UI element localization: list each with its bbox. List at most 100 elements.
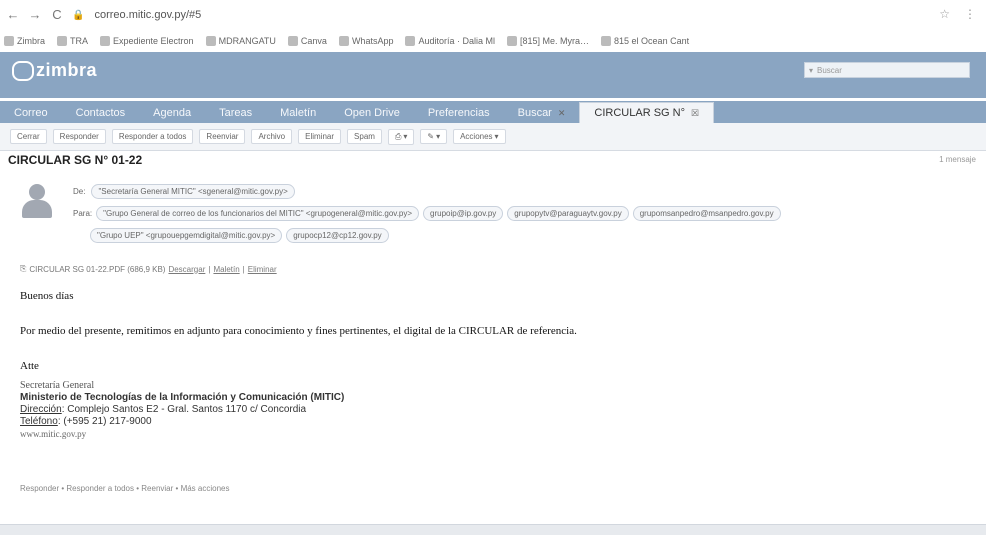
bookmark-item[interactable]: TRA: [53, 36, 88, 46]
signature-address: Dirección: Complejo Santos E2 - Gral. Sa…: [20, 404, 307, 415]
from-address[interactable]: "Secretaría General MITIC" <sgeneral@mit…: [91, 184, 295, 199]
bookmark-item[interactable]: WhatsApp: [335, 36, 393, 46]
phone-label: Teléfono: [20, 416, 58, 427]
subject-row: CIRCULAR SG N° 01-22 1 mensaje: [0, 151, 986, 169]
tab-maletin[interactable]: Maletín: [266, 103, 330, 123]
actions-button[interactable]: Acciones ▾: [453, 129, 506, 144]
close-button[interactable]: Cerrar: [10, 129, 47, 144]
browser-right-icons: ☆ ⋮: [939, 7, 976, 21]
bookmarks-bar: Zimbra TRA Expediente Electron MDRANGATU…: [0, 30, 986, 52]
tab-agenda[interactable]: Agenda: [139, 103, 205, 123]
address-label: Dirección: [20, 404, 62, 415]
forward-button[interactable]: Reenviar: [199, 129, 246, 144]
url-text[interactable]: correo.mitic.gov.py/#5: [94, 9, 201, 21]
bookmark-icon: [507, 36, 517, 46]
search-placeholder: Buscar: [817, 65, 842, 75]
recipient-pill[interactable]: grupocp12@cp12.gov.py: [286, 228, 389, 243]
from-row: De: "Secretaría General MITIC" <sgeneral…: [73, 184, 295, 199]
separator: |: [242, 264, 245, 274]
chevron-down-icon: ▾: [436, 132, 441, 141]
recipient-pill[interactable]: "Grupo UEP" <grupouepgemdigital@mitic.go…: [90, 228, 283, 243]
message-count: 1 mensaje: [939, 155, 976, 164]
footer-more-actions-link[interactable]: Más acciones: [181, 484, 230, 493]
avatar-head: [29, 184, 45, 200]
forward-icon[interactable]: →: [26, 6, 44, 24]
bookmark-item[interactable]: [815] Me. Myra…: [503, 36, 589, 46]
print-button[interactable]: ⎙ ▾: [387, 128, 415, 145]
tab-preferencias[interactable]: Preferencias: [414, 103, 504, 123]
tab-buscar[interactable]: Buscar ✕: [504, 103, 580, 123]
attachment-briefcase-link[interactable]: Maletín: [213, 265, 239, 274]
message-toolbar: Cerrar Responder Responder a todos Reenv…: [0, 123, 986, 151]
tab-circular[interactable]: CIRCULAR SG N° ☒: [579, 102, 715, 123]
footer-forward-link[interactable]: Reenviar: [141, 484, 173, 493]
reload-icon[interactable]: C: [48, 6, 66, 24]
tab-tareas[interactable]: Tareas: [205, 103, 266, 123]
closing: Atte: [20, 360, 39, 372]
to-row: Para: "Grupo General de correo de los fu…: [73, 206, 781, 221]
zimbra-logo[interactable]: zimbra: [12, 60, 97, 81]
search-input[interactable]: ▾ Buscar: [804, 62, 970, 78]
close-icon[interactable]: ✕: [558, 108, 566, 118]
greeting: Buenos días: [20, 290, 74, 302]
recipient-pill[interactable]: "Grupo General de correo de los funciona…: [96, 206, 420, 221]
search-dropdown-icon[interactable]: ▾: [809, 66, 813, 75]
print-icon: ⎙: [394, 131, 402, 141]
address-value: Complejo Santos E2 - Gral. Santos 1170 c…: [67, 404, 307, 415]
bookmark-icon: [205, 36, 216, 46]
chevron-down-icon: ▾: [403, 131, 408, 141]
recipient-pill[interactable]: grupomsanpedro@msanpedro.gov.py: [632, 206, 781, 221]
signature-line2: Ministerio de Tecnologías de la Informac…: [20, 392, 345, 403]
recipient-pill[interactable]: grupopytv@paraguaytv.gov.py: [507, 206, 629, 221]
message-subject: CIRCULAR SG N° 01-22: [8, 153, 143, 167]
back-icon[interactable]: ←: [4, 6, 22, 24]
spam-button[interactable]: Spam: [347, 129, 382, 144]
reply-all-button[interactable]: Responder a todos: [111, 129, 194, 144]
avatar-body: [22, 200, 52, 218]
tab-open-drive[interactable]: Open Drive: [330, 103, 414, 123]
tab-correo[interactable]: Correo: [0, 103, 62, 123]
bookmark-item[interactable]: Zimbra: [0, 36, 45, 46]
attachment-delete-link[interactable]: Eliminar: [248, 265, 277, 274]
footer-reply-link[interactable]: Responder: [20, 484, 59, 493]
bookmark-item[interactable]: Canva: [284, 36, 327, 46]
bookmark-icon: [287, 36, 298, 46]
bookmark-icon: [100, 36, 111, 46]
phone-value: (+595 21) 217-9000: [63, 416, 152, 427]
attachment-row: ⎘ CIRCULAR SG 01-22.PDF (686,9 KB) Desca…: [20, 264, 277, 274]
star-icon[interactable]: ☆: [939, 7, 950, 21]
delete-button[interactable]: Eliminar: [298, 129, 342, 144]
bookmark-item[interactable]: 815 el Ocean Cant: [597, 36, 689, 46]
bookmark-icon: [57, 36, 68, 46]
separator: |: [208, 264, 211, 274]
signature-web[interactable]: www.mitic.gov.py: [20, 428, 344, 440]
bookmark-item[interactable]: Auditoría · Dalia Ml: [401, 36, 495, 46]
avatar: [20, 184, 54, 222]
bookmark-item[interactable]: Expediente Electron: [96, 36, 194, 46]
bookmark-icon: [601, 36, 612, 46]
tag-icon: ✎: [427, 132, 435, 141]
reply-button[interactable]: Responder: [52, 129, 106, 144]
main-tabs: Correo Contactos Agenda Tareas Maletín O…: [0, 101, 986, 123]
to-row-continued: "Grupo UEP" <grupouepgemdigital@mitic.go…: [90, 228, 389, 243]
attachment-name[interactable]: CIRCULAR SG 01-22.PDF (686,9 KB): [29, 265, 165, 274]
from-label: De:: [73, 187, 86, 196]
menu-icon[interactable]: ⋮: [964, 7, 976, 21]
signature-phone: Teléfono: (+595 21) 217-9000: [20, 416, 152, 427]
to-label: Para:: [73, 209, 93, 218]
archive-button[interactable]: Archivo: [251, 129, 293, 144]
app-header: zimbra ▾ Buscar: [0, 52, 986, 98]
tag-button[interactable]: ✎ ▾: [420, 129, 448, 144]
horizontal-scrollbar[interactable]: [0, 524, 986, 535]
bookmark-icon: [338, 36, 349, 46]
recipient-pill[interactable]: grupoip@ip.gov.py: [423, 206, 504, 221]
signature: Secretaría General Ministerio de Tecnolo…: [20, 380, 344, 440]
attachment-download-link[interactable]: Descargar: [168, 265, 205, 274]
tab-contactos[interactable]: Contactos: [62, 103, 140, 123]
attachment-icon: ⎘: [20, 264, 27, 273]
bookmark-item[interactable]: MDRANGATU: [202, 36, 276, 46]
message-footer-actions: Responder • Responder a todos • Reenviar…: [20, 484, 229, 493]
chevron-down-icon: ▾: [494, 132, 499, 141]
close-icon[interactable]: ☒: [691, 108, 699, 118]
footer-reply-all-link[interactable]: Responder a todos: [66, 484, 134, 493]
